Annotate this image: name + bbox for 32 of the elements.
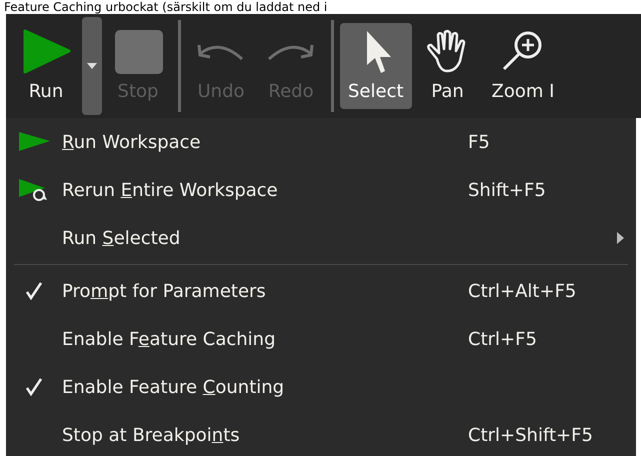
caret-icon [87,63,97,69]
undo-icon [197,42,245,62]
menu-label: Run Selected [62,228,182,248]
play-icon [17,131,51,153]
zoom-button[interactable]: Zoom I [484,23,562,109]
menu-item[interactable]: Run Selected [6,214,636,262]
menu-label: Prompt for Parameters [62,280,267,302]
shortcut-text: Ctrl+Alt+F5 [468,280,576,302]
menu-item[interactable]: Prompt for Parameters Ctrl+Alt+F5 [6,267,636,315]
shortcut-text: Shift+F5 [468,180,546,200]
menu-label: Enable Feature Counting [62,376,286,398]
shortcut-text: Ctrl+F5 [468,328,537,350]
stop-icon [113,29,163,75]
menu-label: Rerun Entire Workspace [62,180,279,200]
menu-item[interactable]: Rerun Entire Workspace Shift+F5 [6,166,636,214]
menu-item[interactable]: Enable Feature Counting [6,363,636,411]
menu-item[interactable]: Stop at Breakpoints Ctrl+Shift+F5 [6,411,636,456]
dropdown-button[interactable] [82,17,102,115]
menu-label: Enable Feature Caching [62,328,277,350]
menu-label: Run Workspace [62,132,202,152]
shortcut-text: F5 [468,132,490,152]
menu-label: Stop at Breakpoints [62,424,241,446]
play-icon [21,29,71,75]
redo-icon [267,42,315,62]
menu-item[interactable]: Run Workspace F5 [6,118,636,166]
run-button[interactable]: Run [12,23,80,109]
shortcut-text: Ctrl+Shift+F5 [468,424,593,446]
caption-text: Feature Caching urbockat (särskilt om du laddat ned i [3,0,328,14]
pan-button[interactable]: Pan [414,23,482,109]
submenu-arrow-icon [617,232,624,244]
menu-item[interactable]: Enable Feature Caching Ctrl+F5 [6,315,636,363]
select-button[interactable]: Select [340,23,412,109]
